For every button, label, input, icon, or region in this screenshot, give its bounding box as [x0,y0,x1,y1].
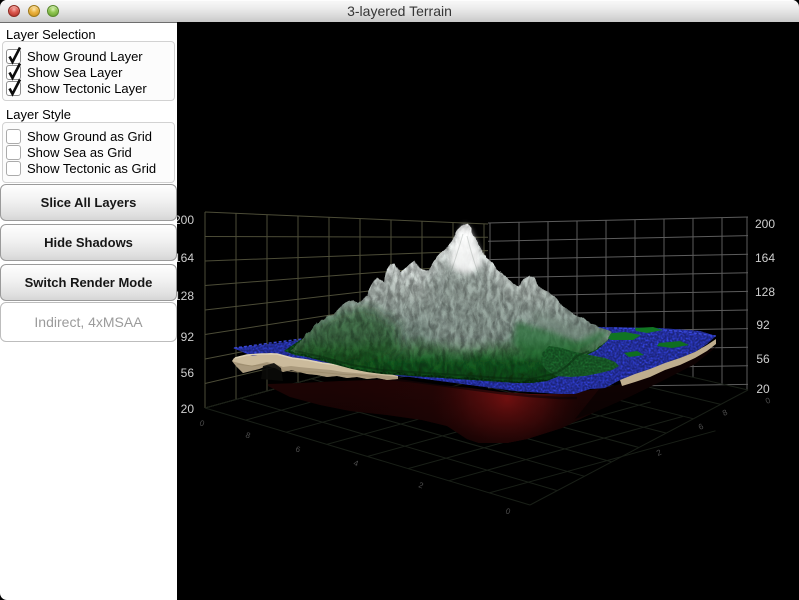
svg-text:92: 92 [181,330,195,344]
svg-text:128: 128 [755,285,775,299]
svg-text:128: 128 [177,289,194,303]
svg-text:56: 56 [756,352,770,366]
svg-text:200: 200 [755,217,775,231]
svg-text:92: 92 [756,318,770,332]
svg-text:200: 200 [177,213,194,227]
svg-text:20: 20 [181,402,195,416]
svg-text:164: 164 [755,251,775,265]
svg-text:164: 164 [177,251,194,265]
svg-text:20: 20 [756,382,770,396]
svg-text:56: 56 [181,366,195,380]
